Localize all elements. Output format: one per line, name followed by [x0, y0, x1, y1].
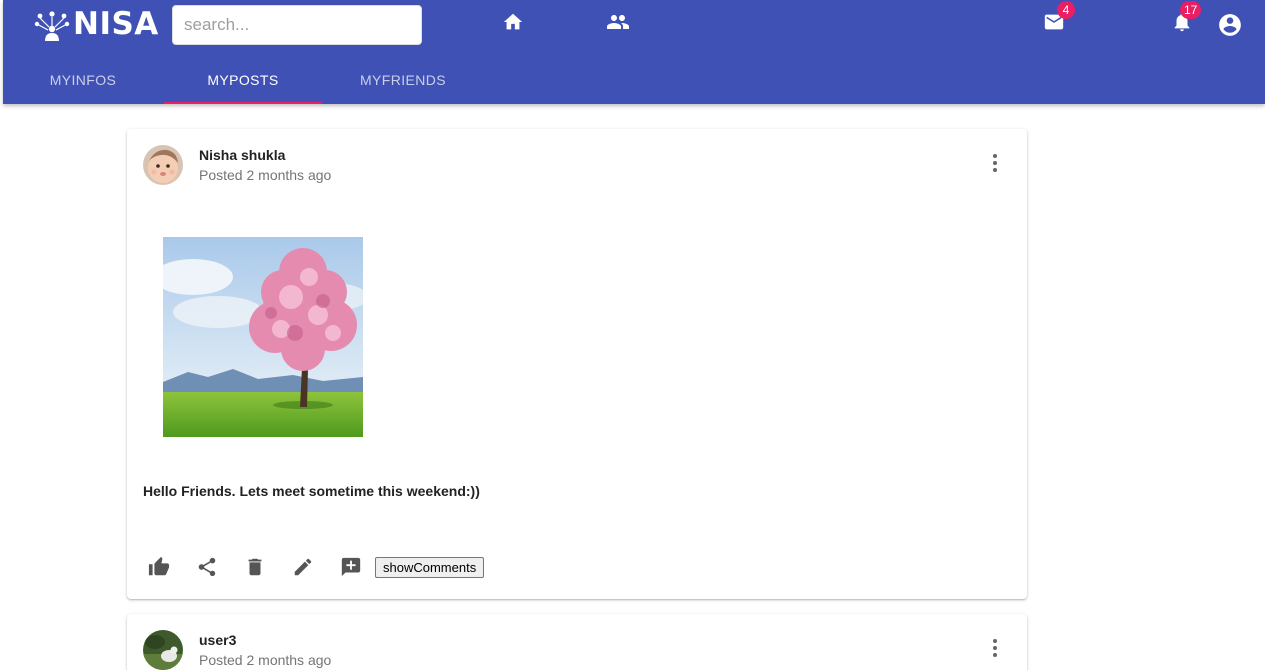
notifications-count-badge: 17 — [1180, 1, 1202, 19]
tab-myposts[interactable]: MYPOSTS — [163, 56, 323, 104]
avatar[interactable] — [143, 630, 183, 670]
edit-icon — [294, 558, 312, 576]
more-vert-icon — [993, 154, 997, 172]
logo-text: NISA — [73, 6, 159, 42]
share-button[interactable] — [191, 555, 223, 579]
post-image[interactable] — [163, 237, 363, 437]
people-icon — [607, 15, 629, 29]
user3-avatar-image — [143, 630, 183, 670]
cherry-blossom-tree-image — [163, 237, 363, 437]
app-bar: NISA 4 17 MYINFOS MYPOSTS MYFRIENDS — [3, 0, 1265, 104]
profile-tabs: MYINFOS MYPOSTS MYFRIENDS — [3, 56, 1265, 104]
more-options-button[interactable] — [983, 151, 1007, 175]
account-circle-icon — [1219, 14, 1241, 36]
post-timestamp: Posted 2 months ago — [199, 652, 332, 668]
messages-count-badge: 4 — [1057, 1, 1075, 19]
show-comments-button[interactable]: showComments — [375, 557, 485, 578]
share-icon — [198, 557, 216, 577]
edit-button[interactable] — [287, 555, 319, 579]
delete-icon — [248, 558, 262, 576]
tab-myinfos[interactable]: MYINFOS — [3, 56, 163, 104]
network-logo-icon — [34, 11, 70, 41]
toolbar: NISA 4 17 — [3, 0, 1265, 56]
avatar[interactable] — [143, 145, 183, 185]
home-button[interactable] — [498, 10, 528, 34]
account-button[interactable] — [1215, 10, 1245, 40]
like-button[interactable] — [143, 555, 175, 579]
active-tab-indicator — [164, 102, 322, 104]
post-timestamp: Posted 2 months ago — [199, 167, 332, 183]
tab-myfriends[interactable]: MYFRIENDS — [323, 56, 483, 104]
baby-avatar-image — [143, 145, 183, 185]
post-author[interactable]: Nisha shukla — [199, 147, 285, 163]
post-author[interactable]: user3 — [199, 632, 236, 648]
more-options-button[interactable] — [983, 636, 1007, 660]
add-comment-button[interactable] — [335, 555, 367, 579]
post-card: Nisha shukla Posted 2 months ago Hello F… — [127, 129, 1027, 599]
add-comment-icon — [341, 557, 361, 577]
post-text: Hello Friends. Lets meet sometime this w… — [143, 483, 480, 499]
post-card: user3 Posted 2 months ago — [127, 614, 1027, 670]
home-icon — [503, 13, 523, 30]
search-input[interactable] — [172, 5, 422, 45]
delete-button[interactable] — [239, 555, 271, 579]
thumb-up-icon — [148, 556, 170, 576]
logo[interactable]: NISA — [33, 6, 159, 42]
friends-button[interactable] — [603, 10, 633, 34]
more-vert-icon — [993, 639, 997, 657]
